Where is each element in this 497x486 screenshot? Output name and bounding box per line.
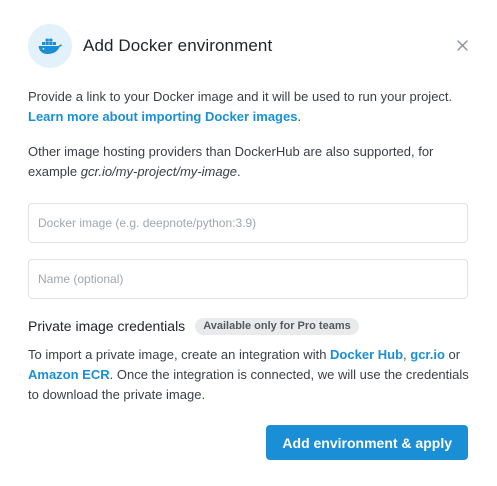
pro-teams-badge: Available only for Pro teams [195,317,359,335]
close-icon[interactable] [455,38,469,52]
intro-text: Provide a link to your Docker image and … [28,87,473,127]
credentials-text: To import a private image, create an int… [28,345,473,405]
intro-text-part: Provide a link to your Docker image and … [28,89,453,104]
gcr-link[interactable]: gcr.io [410,347,445,362]
add-environment-apply-button[interactable]: Add environment & apply [266,425,468,460]
hosting-example: gcr.io/my-project/my-image [80,164,238,179]
docker-hub-link[interactable]: Docker Hub [330,347,403,362]
docker-image-input[interactable] [28,203,468,243]
credentials-header: Private image credentials Available only… [28,316,359,336]
hosting-text-end: . [237,164,241,179]
hosting-text: Other image hosting providers than Docke… [28,142,473,182]
add-docker-environment-dialog: Add Docker environment Provide a link to… [0,0,497,486]
name-input[interactable] [28,259,468,299]
credentials-text-part: or [444,347,461,362]
amazon-ecr-link[interactable]: Amazon ECR [28,367,110,382]
dialog-header: Add Docker environment [28,24,272,68]
learn-more-link[interactable]: Learn more about importing Docker images [28,109,297,124]
intro-text-end: . [297,109,302,124]
credentials-text-part: To import a private image, create an int… [28,347,331,362]
credentials-title: Private image credentials [28,318,186,334]
docker-whale-icon [28,24,72,68]
dialog-title: Add Docker environment [83,36,273,55]
